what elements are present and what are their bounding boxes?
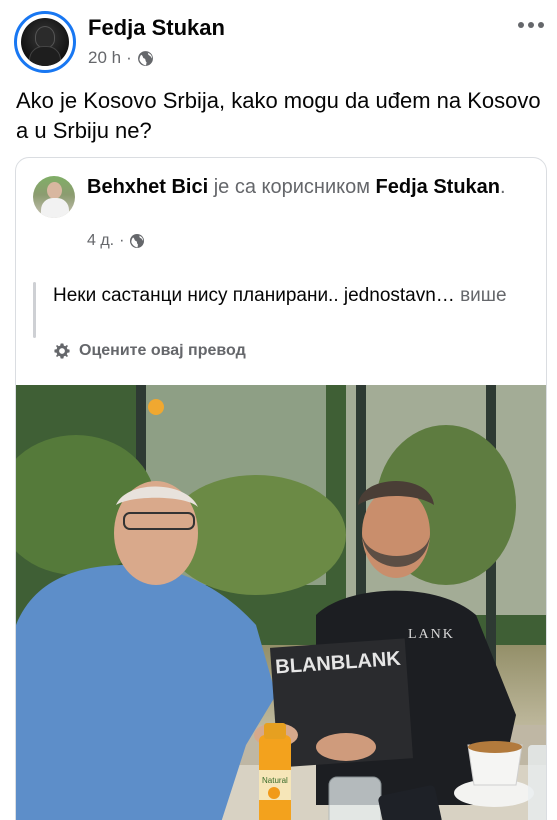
shared-author-name[interactable]: Behxhet Bici bbox=[87, 176, 208, 198]
avatar-image bbox=[21, 18, 69, 66]
gear-icon bbox=[54, 343, 70, 359]
shared-author-avatar[interactable] bbox=[33, 176, 75, 218]
quote-bar bbox=[33, 282, 36, 338]
post-header: Fedja Stukan 20 h · bbox=[0, 0, 557, 80]
shared-post-meta: 4 д. · bbox=[87, 232, 145, 250]
rate-translation-button[interactable]: Оцените овај превод bbox=[53, 342, 246, 360]
shared-with-text: је са корисником bbox=[213, 176, 370, 198]
post-text: Ako je Kosovo Srbija, kako mogu da uđem … bbox=[16, 88, 541, 143]
shared-title-period: . bbox=[500, 176, 506, 198]
more-options-button[interactable] bbox=[515, 14, 547, 36]
tagged-user-name[interactable]: Fedja Stukan bbox=[376, 176, 500, 198]
see-more-link[interactable]: више bbox=[460, 285, 507, 306]
shared-text-body: Неки састанци нису планирани.. jednostav… bbox=[53, 285, 455, 306]
shared-post-text: Неки састанци нису планирани.. jednostav… bbox=[53, 282, 513, 309]
post-time[interactable]: 20 h bbox=[88, 48, 121, 68]
author-name[interactable]: Fedja Stukan bbox=[88, 15, 225, 41]
shared-post-card[interactable]: Behxhet Bici је са корисником Fedja Stuk… bbox=[15, 157, 547, 820]
shirt-logo: LANK bbox=[408, 627, 455, 642]
post-meta: 20 h · bbox=[88, 48, 154, 68]
bottle-label: Natural bbox=[262, 776, 288, 785]
photo-illustration: LANK BLANBLANK Natural bbox=[16, 385, 546, 820]
shared-meta-separator: · bbox=[119, 232, 125, 249]
more-horizontal-icon bbox=[518, 22, 524, 28]
shared-post-time[interactable]: 4 д. bbox=[87, 232, 114, 250]
shared-post-title: Behxhet Bici је са корисником Fedja Stuk… bbox=[87, 174, 527, 201]
globe-icon[interactable] bbox=[137, 50, 154, 67]
rate-translation-label: Оцените овај превод bbox=[79, 342, 246, 359]
author-avatar[interactable] bbox=[14, 11, 76, 73]
meta-separator: · bbox=[126, 48, 132, 67]
shared-photo[interactable]: LANK BLANBLANK Natural bbox=[16, 385, 546, 820]
globe-icon[interactable] bbox=[129, 233, 145, 249]
